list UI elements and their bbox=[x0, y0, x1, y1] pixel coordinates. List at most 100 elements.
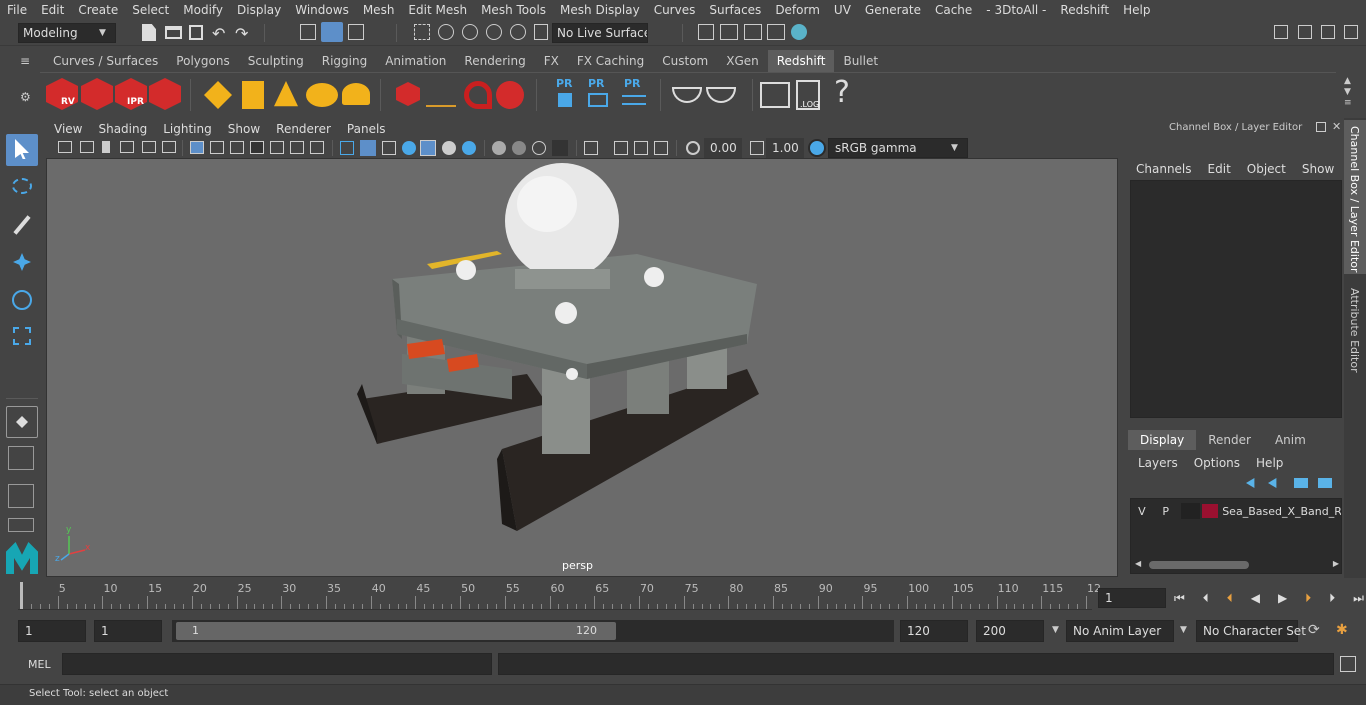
go-to-start-icon[interactable]: ⏮ bbox=[1174, 591, 1185, 606]
menu-modify[interactable]: Modify bbox=[176, 3, 230, 17]
light-area-icon[interactable] bbox=[242, 81, 264, 109]
layer-menu-help[interactable]: Help bbox=[1256, 456, 1283, 470]
field-chart-icon[interactable] bbox=[270, 141, 284, 154]
select-hierarchy-icon[interactable] bbox=[300, 24, 316, 40]
ipr-render-icon[interactable] bbox=[744, 24, 762, 40]
menu-windows[interactable]: Windows bbox=[288, 3, 356, 17]
character-set-chevron-icon[interactable]: ▼ bbox=[1180, 625, 1187, 635]
step-back-key-icon[interactable]: ⏴ bbox=[1203, 591, 1209, 606]
rotate-tool-icon[interactable] bbox=[6, 284, 38, 316]
gamma-icon[interactable] bbox=[750, 141, 764, 155]
shelf-tab-fx-caching[interactable]: FX Caching bbox=[568, 50, 653, 72]
close-panel-icon[interactable]: ✕ bbox=[1332, 120, 1341, 133]
safe-action-icon[interactable] bbox=[290, 141, 304, 154]
shelf-tab-animation[interactable]: Animation bbox=[376, 50, 455, 72]
xray-joints-icon[interactable] bbox=[614, 141, 628, 155]
snap-plane-icon[interactable] bbox=[534, 24, 548, 40]
scale-tool-icon[interactable] bbox=[6, 320, 38, 352]
panel-menu-renderer[interactable]: Renderer bbox=[268, 122, 339, 136]
menu-create[interactable]: Create bbox=[71, 3, 125, 17]
scene-end-field[interactable]: 200 bbox=[976, 620, 1044, 642]
light-dome-icon[interactable] bbox=[306, 83, 338, 107]
shelf-gear-icon[interactable]: ⚙ bbox=[20, 90, 34, 104]
panel-menu-show[interactable]: Show bbox=[220, 122, 268, 136]
isolate-select-icon[interactable] bbox=[584, 141, 598, 155]
select-object-icon[interactable] bbox=[321, 22, 343, 42]
panel-menu-lighting[interactable]: Lighting bbox=[155, 122, 220, 136]
menu-generate[interactable]: Generate bbox=[858, 3, 928, 17]
layer-scrollbar[interactable]: ◀ ▶ bbox=[1135, 559, 1339, 571]
proxy-export-icon[interactable] bbox=[558, 93, 572, 107]
exposure-field[interactable]: 0.00 bbox=[704, 138, 742, 158]
menu-mesh[interactable]: Mesh bbox=[356, 3, 402, 17]
shelf-tab-custom[interactable]: Custom bbox=[653, 50, 717, 72]
sphere-icon[interactable] bbox=[496, 81, 524, 109]
render-view-icon[interactable] bbox=[767, 24, 785, 40]
menu-cache[interactable]: Cache bbox=[928, 3, 979, 17]
shelf-tab-fx[interactable]: FX bbox=[535, 50, 568, 72]
shelf-tab-rendering[interactable]: Rendering bbox=[455, 50, 534, 72]
panel-menu-panels[interactable]: Panels bbox=[339, 122, 394, 136]
film-gate-icon[interactable] bbox=[210, 141, 224, 154]
channel-menu-object[interactable]: Object bbox=[1247, 162, 1286, 176]
backface-icon[interactable] bbox=[654, 141, 668, 155]
menu-mesh-display[interactable]: Mesh Display bbox=[553, 3, 647, 17]
image-plane-icon[interactable] bbox=[120, 141, 134, 153]
layout-icon-3[interactable] bbox=[1344, 25, 1358, 39]
help-icon[interactable]: ? bbox=[834, 75, 850, 110]
scroll-left-icon[interactable]: ◀ bbox=[1135, 559, 1141, 568]
float-panel-icon[interactable] bbox=[1316, 122, 1326, 132]
menu-deform[interactable]: Deform bbox=[768, 3, 827, 17]
layout-icon[interactable] bbox=[1298, 25, 1312, 39]
layout-outliner-icon[interactable] bbox=[6, 516, 38, 534]
anim-layer-dropdown[interactable]: No Anim Layer bbox=[1066, 620, 1174, 642]
timeline-playhead[interactable] bbox=[20, 582, 23, 609]
camera-select-icon[interactable] bbox=[58, 141, 72, 153]
auto-key-icon[interactable]: ⟳ bbox=[1308, 622, 1320, 638]
workspace-icon[interactable] bbox=[1274, 25, 1288, 39]
layer-menu-layers[interactable]: Layers bbox=[1138, 456, 1178, 470]
mel-input[interactable] bbox=[62, 653, 492, 675]
mode-selector[interactable]: Modeling ▼ bbox=[18, 23, 116, 43]
move-tool-icon[interactable] bbox=[6, 246, 38, 278]
render-settings-icon[interactable] bbox=[698, 24, 714, 40]
menu-help[interactable]: Help bbox=[1116, 3, 1157, 17]
save-scene-icon[interactable] bbox=[189, 25, 203, 40]
colorspace-dropdown[interactable]: sRGB gamma ▼ bbox=[828, 138, 968, 158]
play-backward-icon[interactable]: ◀ bbox=[1251, 591, 1260, 605]
bowl-icon-2[interactable] bbox=[706, 87, 736, 103]
bowl-icon-1[interactable] bbox=[672, 87, 702, 103]
wireframe-icon[interactable] bbox=[340, 141, 354, 155]
render-options-icon[interactable] bbox=[149, 78, 181, 110]
shelf-options-icon[interactable]: ≡ bbox=[20, 54, 34, 68]
menu-redshift[interactable]: Redshift bbox=[1053, 3, 1116, 17]
xray-icon[interactable] bbox=[462, 141, 476, 155]
time-slider[interactable]: 5 10 15 20 25 30 35 40 45 50 55 60 65 70 75 80 85 90 95 100… bbox=[18, 582, 1101, 610]
new-scene-icon[interactable] bbox=[142, 24, 156, 41]
render-sequence-icon[interactable] bbox=[81, 78, 113, 110]
side-tab-channel-box[interactable]: Channel Box / Layer Editor bbox=[1344, 120, 1366, 274]
camera-attr-icon[interactable] bbox=[80, 141, 94, 153]
range-slider-handle[interactable] bbox=[176, 622, 616, 640]
channel-menu-channels[interactable]: Channels bbox=[1136, 162, 1192, 176]
menu-display[interactable]: Display bbox=[230, 3, 288, 17]
select-tool-icon[interactable] bbox=[6, 134, 38, 166]
2d-pan-icon[interactable] bbox=[142, 141, 156, 153]
move-layer-down-icon[interactable] bbox=[1268, 478, 1277, 488]
snap-grid-icon[interactable] bbox=[414, 24, 430, 40]
step-forward-frame-icon[interactable]: ⏵ bbox=[1305, 591, 1311, 606]
open-scene-icon[interactable] bbox=[165, 26, 182, 39]
new-layer-icon[interactable] bbox=[1294, 478, 1308, 488]
layout-icon-2[interactable] bbox=[1321, 25, 1335, 39]
layout-two-icon[interactable] bbox=[6, 482, 38, 510]
character-set-dropdown[interactable]: No Character Set bbox=[1196, 620, 1306, 642]
grease-pencil-icon[interactable] bbox=[162, 141, 176, 153]
undo-icon[interactable]: ↶ bbox=[212, 24, 225, 43]
layer-tab-display[interactable]: Display bbox=[1128, 430, 1197, 450]
channel-menu-edit[interactable]: Edit bbox=[1208, 162, 1231, 176]
textured-icon[interactable] bbox=[402, 141, 416, 155]
gamma-field[interactable]: 1.00 bbox=[766, 138, 804, 158]
ambient-occlusion-icon[interactable] bbox=[492, 141, 506, 155]
bookmark-icon[interactable] bbox=[102, 141, 110, 153]
lasso-tool-icon[interactable] bbox=[6, 172, 38, 204]
